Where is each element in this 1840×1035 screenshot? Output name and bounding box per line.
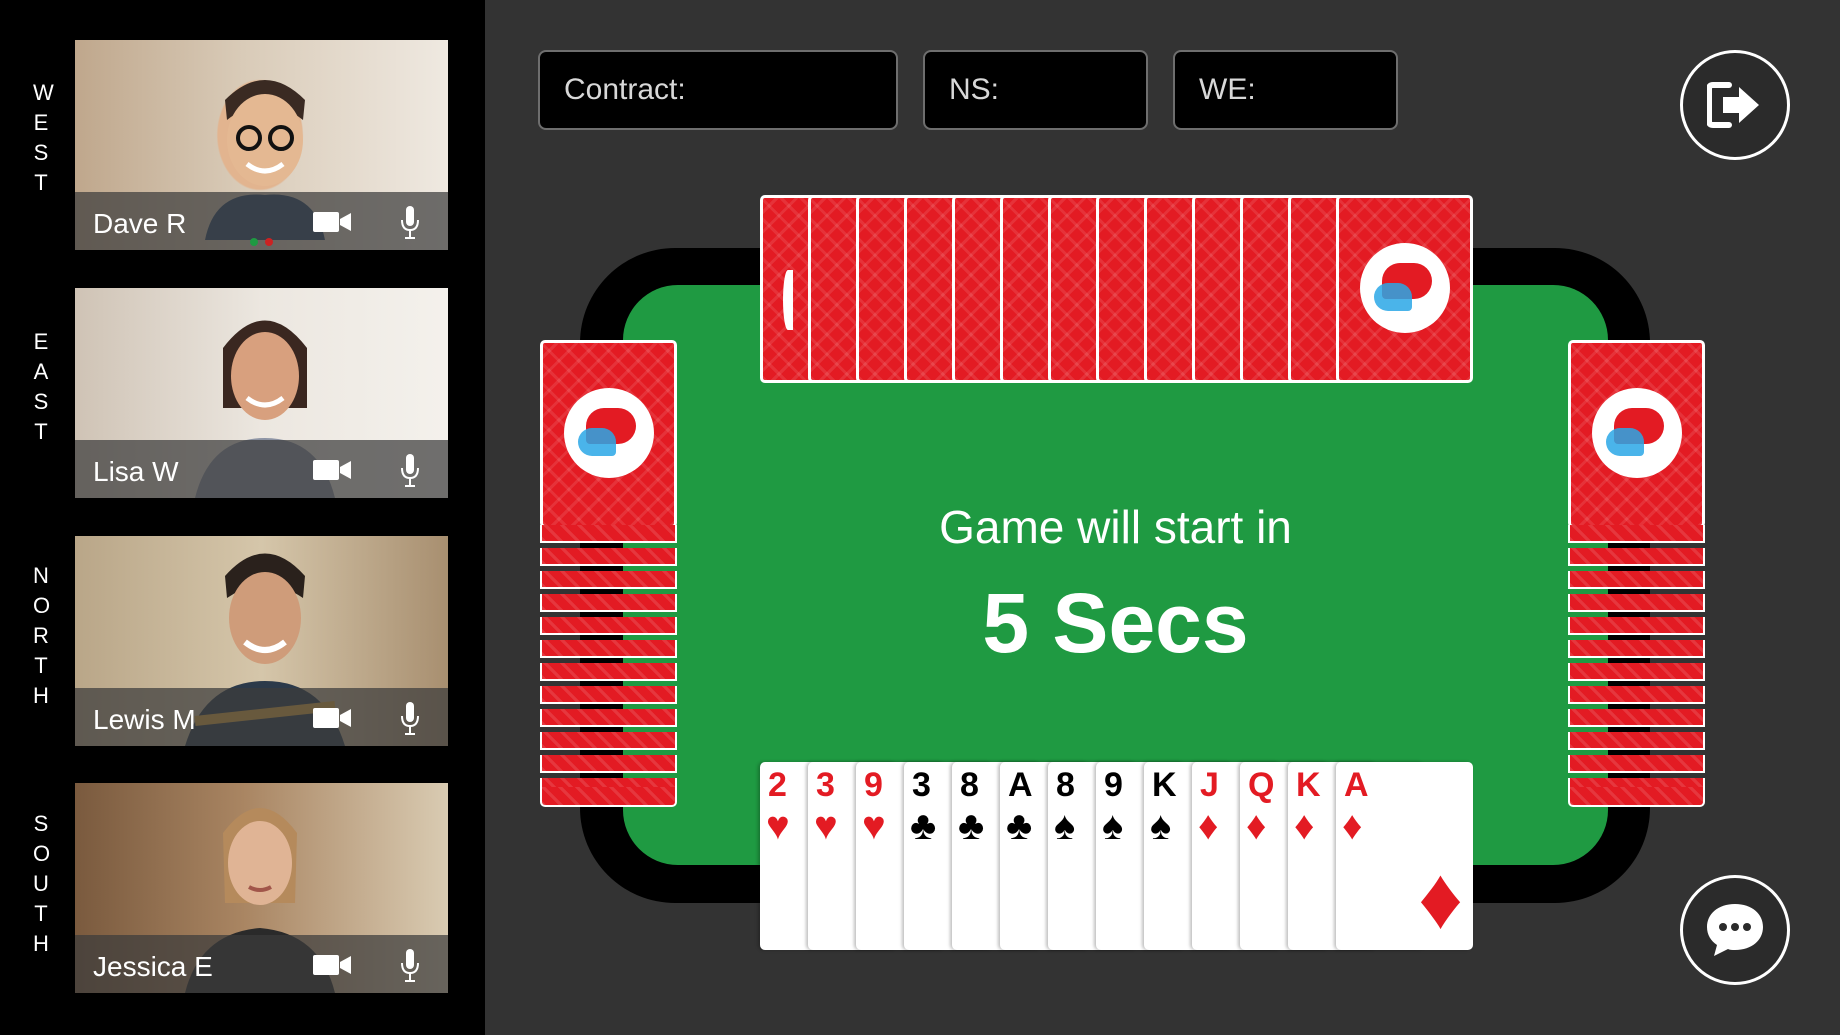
card-rank: 8	[1056, 766, 1075, 804]
logo-edge	[783, 270, 793, 330]
video-camera-icon[interactable]	[313, 953, 351, 977]
card-rank: 3	[816, 766, 835, 804]
card-rank: 9	[864, 766, 883, 804]
card-rank: 8	[960, 766, 979, 804]
video-tile-south[interactable]: Jessica E	[75, 783, 448, 993]
card-suit-icon: ♠	[1150, 804, 1172, 848]
card-back-edge	[1568, 686, 1705, 704]
hand-card[interactable]: A ♦ ♦	[1336, 762, 1473, 950]
card-rank: Q	[1248, 766, 1275, 804]
microphone-icon[interactable]	[400, 702, 420, 736]
card-back-edge	[540, 732, 677, 750]
player-video-sidebar: W E S T E A S T N O R T H S O U T H Dave…	[0, 0, 485, 1035]
video-camera-icon[interactable]	[313, 210, 351, 234]
seat-label-text: W E S T	[33, 80, 54, 195]
exit-icon	[1707, 82, 1759, 128]
brand-logo-icon	[1360, 243, 1450, 333]
card-rank: 9	[1104, 766, 1123, 804]
card-back-edge	[540, 755, 677, 773]
seat-label-north: N O R T H	[26, 561, 56, 711]
bridge-game-screen: W E S T E A S T N O R T H S O U T H Dave…	[0, 0, 1840, 1035]
brand-logo-icon	[564, 388, 654, 478]
card-back-edge	[1568, 709, 1705, 727]
video-tile-north[interactable]: Lewis M	[75, 536, 448, 746]
card-pip-icon: ♦	[1418, 848, 1463, 947]
card-suit-icon: ♥	[862, 804, 886, 848]
microphone-icon[interactable]	[400, 949, 420, 983]
player-name: Jessica E	[93, 951, 213, 982]
card-rank: 3	[912, 766, 931, 804]
we-score-label: WE:	[1199, 73, 1256, 106]
brand-logo-icon	[1592, 388, 1682, 478]
card-suit-icon: ♦	[1246, 804, 1267, 848]
countdown-caption: Game will start in	[939, 501, 1292, 553]
card-suit-icon: ♦	[1342, 804, 1363, 848]
seat-label-text: N O R T H	[33, 563, 51, 708]
card-rank: J	[1200, 766, 1219, 804]
card-rank: A	[1344, 766, 1369, 804]
contract-label: Contract:	[564, 73, 686, 106]
player-name: Lewis M	[93, 704, 196, 735]
card-back-edge	[1568, 787, 1705, 807]
seat-label-west: W E S T	[26, 78, 56, 198]
card-back-edge	[1568, 732, 1705, 750]
we-score-display: WE:	[1173, 50, 1398, 130]
card-back	[1336, 195, 1473, 383]
chat-icon	[1707, 904, 1763, 956]
video-tile-east[interactable]: Lisa W	[75, 288, 448, 498]
ns-score-label: NS:	[949, 73, 1000, 106]
card-suit-icon: ♣	[1006, 804, 1033, 848]
video-camera-icon[interactable]	[313, 706, 351, 730]
video-tile-west[interactable]: Dave R	[75, 40, 448, 250]
card-suit-icon: ♣	[958, 804, 985, 848]
card-rank: K	[1152, 766, 1177, 804]
seat-label-south: S O U T H	[26, 809, 56, 959]
card-rank: K	[1296, 766, 1321, 804]
card-back-edge	[540, 709, 677, 727]
card-suit-icon: ♠	[1102, 804, 1124, 848]
contract-display: Contract:	[538, 50, 898, 130]
card-suit-icon: ♠	[1054, 804, 1076, 848]
card-rank: A	[1008, 766, 1033, 804]
seat-label-east: E A S T	[26, 327, 56, 447]
seat-label-text: S O U T H	[33, 811, 51, 956]
ns-score-display: NS:	[923, 50, 1148, 130]
card-back-edge	[1568, 755, 1705, 773]
microphone-icon[interactable]	[400, 206, 420, 240]
exit-button[interactable]	[1680, 50, 1790, 160]
card-back-edge	[540, 686, 677, 704]
player-name: Lisa W	[93, 456, 179, 487]
seat-label-text: E A S T	[33, 329, 49, 444]
card-suit-icon: ♥	[766, 804, 790, 848]
card-suit-icon: ♥	[814, 804, 838, 848]
status-dot-red	[265, 238, 273, 246]
card-suit-icon: ♣	[910, 804, 937, 848]
card-suit-icon: ♦	[1198, 804, 1219, 848]
player-name: Dave R	[93, 208, 187, 239]
chat-button[interactable]	[1680, 875, 1790, 985]
microphone-icon[interactable]	[400, 454, 420, 488]
card-suit-icon: ♦	[1294, 804, 1315, 848]
status-dot-green	[250, 238, 258, 246]
card-rank: 2	[768, 766, 787, 804]
video-camera-icon[interactable]	[313, 458, 351, 482]
card-back-edge	[540, 787, 677, 807]
countdown-value: 5 Secs	[982, 576, 1249, 670]
